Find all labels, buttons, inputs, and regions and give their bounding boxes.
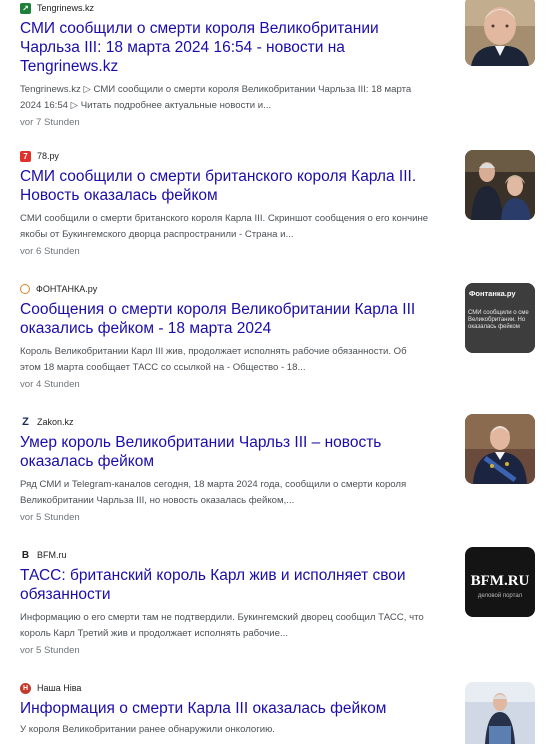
source-name: 78.ру bbox=[37, 151, 59, 161]
result-snippet: СМИ сообщили о смерти британского короля… bbox=[20, 213, 429, 240]
search-result: B BFM.ru ТАСС: британский король Карл жи… bbox=[20, 547, 545, 656]
fontanka-screenshot-image: Фонтанка.ру СМИ сообщили о сме Великобри… bbox=[465, 283, 535, 353]
result-time: vor 6 Stunden bbox=[20, 246, 80, 257]
svg-text:BFM.RU: BFM.RU bbox=[471, 573, 530, 589]
search-result: ФОНТАНКА.ру Сообщения о смерти короля Ве… bbox=[20, 281, 545, 390]
tengrinews-logo-icon: ↗ bbox=[20, 2, 31, 14]
result-title-link[interactable]: ТАСС: британский король Карл жив и испол… bbox=[20, 566, 420, 604]
result-title-link[interactable]: Умер король Великобритании Чарльз III – … bbox=[20, 433, 420, 471]
source-name: Наша Ніва bbox=[37, 683, 82, 693]
fontanka-logo-icon bbox=[20, 284, 30, 294]
result-snippet: У короля Великобритании ранее обнаружили… bbox=[20, 724, 275, 735]
bfm-logo-icon: B bbox=[20, 549, 31, 561]
svg-text:СМИ сообщили о сме: СМИ сообщили о сме bbox=[468, 310, 529, 316]
result-title-link[interactable]: Сообщения о смерти короля Великобритании… bbox=[20, 300, 420, 338]
king-and-queen-image bbox=[465, 150, 535, 220]
result-thumbnail[interactable] bbox=[465, 0, 535, 66]
search-result: 7 78.ру СМИ сообщили о смерти британског… bbox=[20, 148, 545, 257]
result-time: vor 4 Stunden bbox=[20, 379, 80, 390]
result-title-link[interactable]: Информация о смерти Карла III оказалась … bbox=[20, 699, 420, 718]
result-thumbnail[interactable] bbox=[465, 682, 535, 744]
zakon-logo-icon: Z bbox=[20, 416, 31, 428]
king-uniform-portrait-image bbox=[465, 414, 535, 484]
result-title-link[interactable]: СМИ сообщили о смерти британского короля… bbox=[20, 167, 420, 205]
source-name: Tengrinews.kz bbox=[37, 3, 95, 13]
78ru-logo-icon: 7 bbox=[20, 150, 31, 162]
result-thumbnail[interactable]: BFM.RU деловой портал bbox=[465, 547, 535, 617]
result-thumbnail[interactable] bbox=[465, 150, 535, 220]
result-time: vor 5 Stunden bbox=[20, 512, 80, 523]
svg-text:Фонтанка.ру: Фонтанка.ру bbox=[469, 289, 516, 298]
source-name: Zakon.kz bbox=[37, 417, 74, 427]
result-thumbnail[interactable]: Фонтанка.ру СМИ сообщили о сме Великобри… bbox=[465, 283, 535, 353]
king-portrait-image bbox=[465, 0, 535, 66]
bfm-logo-image: BFM.RU деловой портал bbox=[465, 547, 535, 617]
result-snippet: Tengrinews.kz ▷ СМИ сообщили о смерти ко… bbox=[20, 84, 412, 111]
result-snippet: Король Великобритании Карл III жив, прод… bbox=[20, 346, 407, 373]
nashaniva-logo-icon: Н bbox=[20, 682, 31, 694]
source-name: BFM.ru bbox=[37, 550, 67, 560]
search-result: Н Наша Ніва Информация о смерти Карла II… bbox=[20, 680, 545, 744]
svg-text:Великобритании. Но: Великобритании. Но bbox=[468, 317, 526, 323]
result-snippet: Информацию о его смерти там не подтверди… bbox=[20, 612, 424, 639]
source-name: ФОНТАНКА.ру bbox=[36, 284, 98, 294]
svg-text:деловой портал: деловой портал bbox=[478, 592, 523, 599]
result-title-link[interactable]: СМИ сообщили о смерти короля Великобрита… bbox=[20, 19, 420, 76]
result-snippet: Ряд СМИ и Telegram-каналов сегодня, 18 м… bbox=[20, 479, 407, 506]
king-at-podium-image bbox=[465, 682, 535, 744]
svg-text:оказалась фейком: оказалась фейком bbox=[468, 323, 520, 330]
search-result: Z Zakon.kz Умер король Великобритании Ча… bbox=[20, 414, 545, 523]
result-thumbnail[interactable] bbox=[465, 414, 535, 484]
result-time: vor 5 Stunden bbox=[20, 645, 80, 656]
search-result: ↗ Tengrinews.kz СМИ сообщили о смерти ко… bbox=[20, 0, 545, 128]
result-time: vor 7 Stunden bbox=[20, 117, 80, 128]
